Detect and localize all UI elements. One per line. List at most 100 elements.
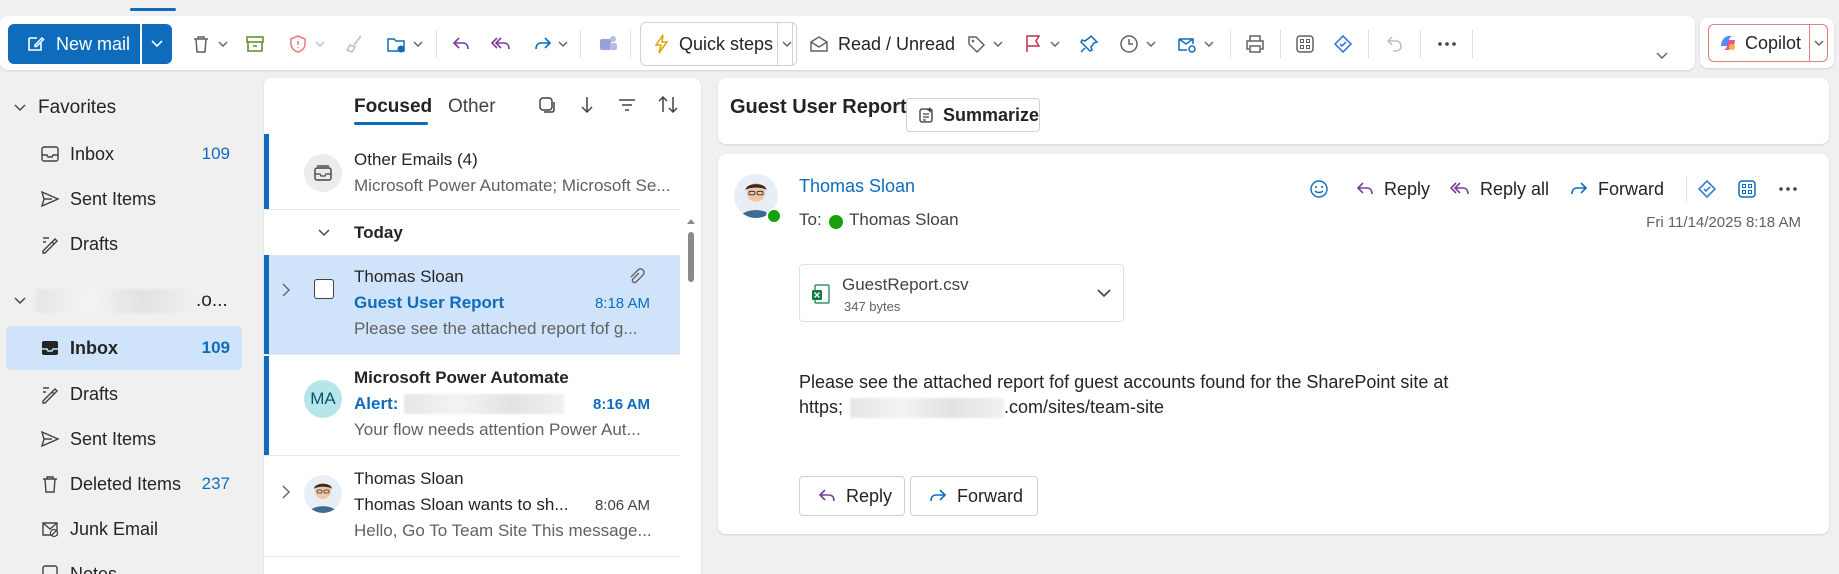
- sender-name[interactable]: Thomas Sloan: [799, 176, 915, 197]
- message-item[interactable]: MA Microsoft Power Automate Alert: 8:16 …: [264, 356, 680, 456]
- move-to-button[interactable]: [380, 28, 428, 60]
- bottom-forward-button[interactable]: Forward: [910, 476, 1038, 516]
- forward-action[interactable]: Forward: [1568, 174, 1664, 204]
- reply-all-button[interactable]: [488, 28, 514, 60]
- loop-action[interactable]: [1696, 174, 1718, 204]
- message-item[interactable]: Thomas Sloan Guest User Report 8:18 AM P…: [264, 255, 680, 355]
- folder-junk-email[interactable]: Junk Email: [6, 507, 242, 551]
- stacked-mail-icon: [314, 165, 332, 181]
- folder-drafts[interactable]: Drafts: [6, 372, 242, 416]
- loop-button[interactable]: [1330, 28, 1356, 60]
- copilot-button[interactable]: Copilot: [1708, 24, 1828, 62]
- archive-button[interactable]: [240, 28, 270, 60]
- unread-indicator: [264, 255, 269, 354]
- account-header[interactable]: .o...: [6, 279, 242, 323]
- attachment-icon: [630, 268, 645, 284]
- chevron-right-icon[interactable]: [282, 283, 290, 297]
- select-mode-button[interactable]: [536, 94, 558, 116]
- body-url-suffix[interactable]: .com/sites/team-site: [1004, 397, 1164, 418]
- jump-to-button[interactable]: [576, 94, 598, 116]
- scrollbar-thumb[interactable]: [688, 232, 694, 282]
- quick-steps-dropdown[interactable]: [777, 22, 797, 66]
- unread-indicator: [264, 356, 269, 455]
- folder-sent-items[interactable]: Sent Items: [6, 417, 242, 461]
- message-time: 8:16 AM: [593, 396, 650, 413]
- summarize-button[interactable]: Summarize: [906, 98, 1040, 132]
- new-mail-dropdown[interactable]: [142, 24, 172, 64]
- print-button[interactable]: [1242, 28, 1268, 60]
- new-mail-button[interactable]: New mail: [8, 24, 140, 64]
- arrow-down-icon: [581, 97, 593, 114]
- message-preview: Please see the attached report fof g...: [354, 319, 638, 338]
- ellipsis-icon: [1438, 42, 1456, 46]
- other-emails-group[interactable]: Other Emails (4) Microsoft Power Automat…: [264, 134, 680, 210]
- report-button[interactable]: [282, 28, 330, 60]
- apps-button[interactable]: [1292, 28, 1318, 60]
- group-title: Other Emails (4): [354, 150, 478, 169]
- chevron-down-icon: [151, 40, 163, 48]
- fav-drafts[interactable]: Drafts: [6, 222, 242, 266]
- message-list-scrollbar[interactable]: [682, 212, 700, 574]
- attachment-card[interactable]: GuestReport.csv 347 bytes: [799, 264, 1124, 322]
- message-subject: Alert:: [354, 394, 399, 413]
- scroll-up-arrow-icon[interactable]: [687, 218, 695, 224]
- bottom-reply-label: Reply: [846, 485, 893, 506]
- more-actions-button[interactable]: [1778, 174, 1798, 204]
- delete-button[interactable]: [186, 28, 232, 60]
- account-suffix: .o...: [196, 290, 228, 311]
- tab-other-label: Other: [448, 96, 496, 117]
- favorites-label: Favorites: [38, 97, 117, 118]
- quick-steps-button[interactable]: Quick steps: [640, 22, 793, 66]
- filter-button[interactable]: [616, 94, 638, 116]
- message-list: Focused Other Other Emails (4) Microsoft…: [264, 78, 701, 574]
- chevron-down-icon[interactable]: [1097, 289, 1111, 298]
- recipient-name[interactable]: Thomas Sloan: [849, 210, 959, 230]
- sweep-button[interactable]: [340, 28, 370, 60]
- send-icon: [40, 430, 60, 448]
- tab-other[interactable]: Other: [448, 96, 496, 118]
- categorize-button[interactable]: [962, 28, 1006, 60]
- copilot-dropdown[interactable]: [1809, 25, 1827, 61]
- fav-drafts-label: Drafts: [70, 233, 119, 254]
- copilot-label: Copilot: [1745, 32, 1802, 53]
- tab-focused[interactable]: Focused: [354, 96, 432, 118]
- folder-inbox[interactable]: Inbox 109: [6, 326, 242, 370]
- chevron-down-icon: [1656, 52, 1668, 59]
- forward-button[interactable]: [528, 28, 572, 60]
- chevron-down-icon: [1204, 41, 1214, 47]
- sort-button[interactable]: [656, 94, 680, 116]
- ribbon-tab-selected-indicator: [130, 8, 176, 11]
- snooze-button[interactable]: [1114, 28, 1160, 60]
- ribbon-expand-button[interactable]: [1652, 40, 1672, 72]
- flag-button[interactable]: [1018, 28, 1064, 60]
- favorites-header[interactable]: Favorites: [6, 86, 242, 130]
- more-options-button[interactable]: [1432, 28, 1462, 60]
- pin-button[interactable]: [1076, 28, 1102, 60]
- today-group-header[interactable]: Today: [264, 211, 680, 255]
- tag-icon: [968, 36, 986, 54]
- junk-icon: [42, 522, 59, 538]
- read-unread-button[interactable]: Read / Unread: [808, 26, 955, 62]
- message-checkbox[interactable]: [314, 279, 334, 299]
- reply-all-action[interactable]: Reply all: [1448, 174, 1549, 204]
- mail-rules-icon: [1178, 38, 1196, 53]
- folder-notes[interactable]: Notes: [6, 552, 242, 574]
- reaction-button[interactable]: [1308, 174, 1330, 204]
- fav-inbox[interactable]: Inbox 109: [6, 132, 242, 176]
- body-url-prefix[interactable]: https;: [799, 397, 843, 418]
- fav-sent-items[interactable]: Sent Items: [6, 177, 242, 221]
- reply-action[interactable]: Reply: [1354, 174, 1430, 204]
- command-toolbar: New mail Quick steps Read / Unread: [0, 16, 1695, 70]
- rules-button[interactable]: [1172, 28, 1218, 60]
- teams-share-button[interactable]: [594, 28, 622, 60]
- message-item[interactable]: Thomas Sloan Thomas Sloan wants to sh...…: [264, 457, 680, 557]
- message-sender: Thomas Sloan: [354, 267, 464, 286]
- bottom-reply-button[interactable]: Reply: [799, 476, 905, 516]
- reply-button[interactable]: [448, 28, 474, 60]
- apps-action[interactable]: [1736, 174, 1758, 204]
- ribbon-tab-strip: [0, 0, 1839, 12]
- chevron-right-icon[interactable]: [282, 485, 290, 499]
- flag-icon: [1026, 35, 1041, 52]
- folder-deleted-items[interactable]: Deleted Items 237: [6, 462, 242, 506]
- undo-button[interactable]: [1382, 28, 1408, 60]
